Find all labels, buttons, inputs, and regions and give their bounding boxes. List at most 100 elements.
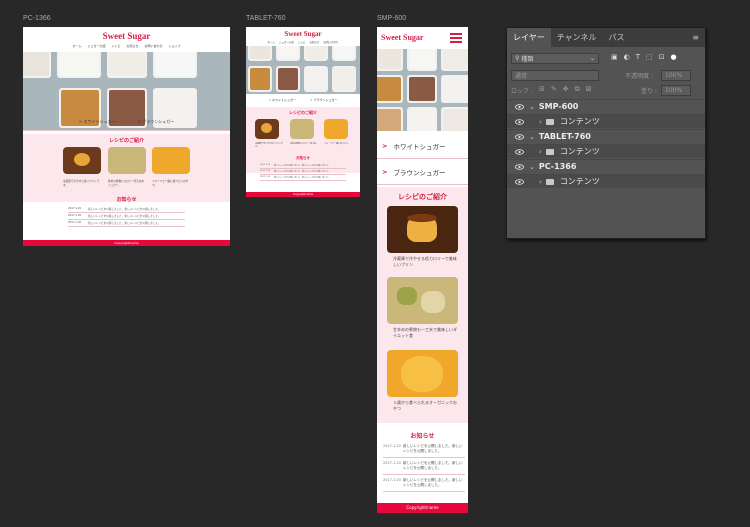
recipe-thumb-pudding[interactable]: [255, 119, 279, 139]
news-row[interactable]: 2017.1.20 新しいレシピを公開しました。新しいレシピを公開しました。: [260, 175, 346, 181]
lock-all-icon[interactable]: ⊠: [586, 85, 592, 94]
blend-mode-select[interactable]: 通常: [511, 70, 599, 81]
recipe-thumb-stew[interactable]: [290, 119, 314, 139]
lock-brush-icon[interactable]: ✎: [551, 85, 557, 94]
fill-field[interactable]: 100%: [661, 85, 691, 96]
recipe-section: レシピのご紹介 冷蔵庫で冷やすと甘いプリンです。 甘めの煮物にカロリー控えめのシ…: [23, 134, 230, 202]
recipe-caption: 甘辛めの煮物も一工夫で美味しいダイエット食: [393, 327, 457, 338]
eye-visibility-icon[interactable]: [515, 133, 524, 140]
artboard-label-tablet[interactable]: TABLET-760: [246, 15, 286, 22]
nav-item[interactable]: ホーム: [73, 44, 82, 48]
adjustment-filter-icon[interactable]: ◐: [624, 53, 630, 61]
artboard-tablet[interactable]: Sweet Sugar ホーム シュガーの話 レシピ お知らせ お問い合わせ >…: [246, 27, 360, 197]
tab-channels[interactable]: チャンネル: [551, 32, 603, 47]
recipe-thumb-pudding[interactable]: [387, 206, 458, 253]
news-list: 2017.1.20 新しいレシピを公開しました。新しいレシピを公開しました。 20…: [68, 206, 185, 227]
tab-paths[interactable]: パス: [603, 32, 631, 47]
nav-item[interactable]: シュガーの話: [279, 40, 294, 44]
lock-transparent-icon[interactable]: ⊞: [539, 85, 545, 94]
layers-panel: レイヤー チャンネル パス ≡ ⚲ 種類 ⌄ ▣ ◐ T ⬚ ⊡ ● 通常 不透…: [506, 27, 706, 239]
hero-image: [377, 49, 468, 131]
chevron-down-icon[interactable]: ⌄: [529, 163, 535, 171]
chevron-right-icon: >: [382, 167, 388, 176]
recipe-thumb-pudding[interactable]: [63, 147, 101, 174]
layer-artboard-pc[interactable]: ⌄ PC-1366: [507, 159, 705, 173]
nav-item[interactable]: シュガーの話: [87, 44, 105, 48]
nav-item[interactable]: ホーム: [268, 40, 275, 44]
link-brown-sugar[interactable]: > ブラウンシュガー: [310, 98, 337, 102]
panel-menu-icon[interactable]: ≡: [686, 33, 705, 47]
eye-visibility-icon[interactable]: [515, 118, 524, 125]
recipe-thumb-fruit[interactable]: [324, 119, 348, 139]
type-filter-icon[interactable]: T: [636, 53, 640, 61]
artboard-label-smp[interactable]: SMP-600: [377, 15, 406, 22]
news-row[interactable]: 2017.1.20 新しいレシピを公開しました。新しいレシピを公開しました。: [383, 441, 465, 458]
recipe-thumb-stew[interactable]: [108, 147, 146, 174]
site-logo[interactable]: Sweet Sugar: [381, 33, 423, 42]
shape-filter-icon[interactable]: ⬚: [646, 53, 653, 61]
nav-item[interactable]: ショップ: [168, 44, 180, 48]
artboard-lock-icon[interactable]: ⧉: [575, 85, 580, 94]
chevron-right-icon[interactable]: ›: [539, 118, 542, 126]
layer-filter-select[interactable]: ⚲ 種類 ⌄: [511, 53, 599, 64]
layer-group-contents[interactable]: › コンテンツ: [507, 144, 705, 158]
layer-group-contents[interactable]: › コンテンツ: [507, 174, 705, 188]
chevron-down-icon[interactable]: ⌄: [529, 103, 535, 111]
eye-visibility-icon[interactable]: [515, 163, 524, 170]
filter-icons: ▣ ◐ T ⬚ ⊡ ●: [611, 53, 677, 61]
artboard-label-pc[interactable]: PC-1366: [23, 15, 51, 22]
news-row[interactable]: 2017.1.20 新しいレシピを公開しました。新しいレシピを公開しました。: [68, 206, 185, 213]
footer: Copyright/name: [246, 192, 360, 197]
site-logo[interactable]: Sweet Sugar: [246, 27, 360, 38]
eye-visibility-icon[interactable]: [515, 178, 524, 185]
recipe-title: レシピのご紹介: [289, 110, 317, 115]
nav-item[interactable]: お知らせ: [310, 40, 320, 44]
recipe-caption: フルーツと一緒に食べたいおやつ。: [152, 180, 189, 187]
chevron-down-icon[interactable]: ⌄: [529, 133, 535, 141]
news-row[interactable]: 2017.1.20 新しいレシピを公開しました。新しいレシピを公開しました。: [383, 458, 465, 475]
filter-toggle-icon[interactable]: ●: [671, 53, 677, 61]
layer-artboard-tablet[interactable]: ⌄ TABLET-760: [507, 129, 705, 143]
search-icon: ⚲: [515, 55, 520, 62]
link-white-sugar[interactable]: > ホワイトシュガー: [79, 119, 116, 125]
recipe-thumb-fruit[interactable]: [387, 350, 458, 397]
nav-item[interactable]: お問い合わせ: [323, 40, 338, 44]
nav-item[interactable]: レシピ: [111, 44, 120, 48]
news-title: お知らせ: [116, 197, 137, 203]
layer-group-contents[interactable]: › コンテンツ: [507, 114, 705, 128]
artboard-pc[interactable]: Sweet Sugar ホーム シュガーの話 レシピ お知らせ お問い合わせ シ…: [23, 27, 230, 246]
nav-item[interactable]: お問い合わせ: [144, 44, 162, 48]
site-logo[interactable]: Sweet Sugar: [23, 27, 230, 41]
recipe-thumb-fruit[interactable]: [152, 147, 190, 174]
nav-item[interactable]: お知らせ: [126, 44, 138, 48]
recipe-caption: 冷蔵庫で冷やすと甘いプリンです。: [255, 143, 284, 148]
news-row[interactable]: 2017.1.20 新しいレシピを公開しました。新しいレシピを公開しました。: [68, 213, 185, 220]
global-nav: ホーム シュガーの話 レシピ お知らせ お問い合わせ ショップ: [23, 44, 230, 48]
recipe-caption: 冷蔵庫で冷やせる低カロリーで美味しいプリン: [393, 256, 457, 267]
tab-layers[interactable]: レイヤー: [507, 28, 551, 47]
image-filter-icon[interactable]: ▣: [611, 53, 618, 61]
smart-object-filter-icon[interactable]: ⊡: [659, 53, 665, 61]
eye-visibility-icon[interactable]: [515, 103, 524, 110]
lock-icons: ⊞ ✎ ✥ ⧉ ⊠: [539, 85, 592, 94]
link-brown-sugar[interactable]: > ブラウンシュガー: [138, 119, 175, 125]
recipe-caption: 甘めの煮物にカロリー控えめのシュガー。: [108, 180, 145, 187]
link-brown-sugar[interactable]: > ブラウンシュガー: [377, 159, 468, 185]
news-list: 2017.1.20 新しいレシピを公開しました。新しいレシピを公開しました。 20…: [260, 163, 346, 181]
recipe-thumb-stew[interactable]: [387, 277, 458, 324]
recipe-section: レシピのご紹介 冷蔵庫で冷やせる低カロリーで美味しいプリン 甘辛めの煮物も一工夫…: [377, 187, 468, 423]
artboard-smp[interactable]: Sweet Sugar > ホワイトシュガー > ブラウンシュガー レシピのご紹…: [377, 27, 468, 513]
folder-icon: [545, 178, 554, 185]
chevron-right-icon[interactable]: ›: [539, 148, 542, 156]
news-row[interactable]: 2017.1.20 新しいレシピを公開しました。新しいレシピを公開しました。: [68, 220, 185, 227]
chevron-right-icon[interactable]: ›: [539, 178, 542, 186]
news-row[interactable]: 2017.1.20 新しいレシピを公開しました。新しいレシピを公開しました。: [383, 475, 465, 492]
link-white-sugar[interactable]: > ホワイトシュガー: [377, 133, 468, 159]
layer-artboard-smp[interactable]: ⌄ SMP-600: [507, 99, 705, 113]
opacity-field[interactable]: 100%: [661, 70, 691, 81]
lock-position-icon[interactable]: ✥: [563, 85, 569, 94]
eye-visibility-icon[interactable]: [515, 148, 524, 155]
link-white-sugar[interactable]: > ホワイトシュガー: [269, 98, 296, 102]
hamburger-menu-icon[interactable]: [450, 33, 462, 43]
nav-item[interactable]: レシピ: [298, 40, 306, 44]
